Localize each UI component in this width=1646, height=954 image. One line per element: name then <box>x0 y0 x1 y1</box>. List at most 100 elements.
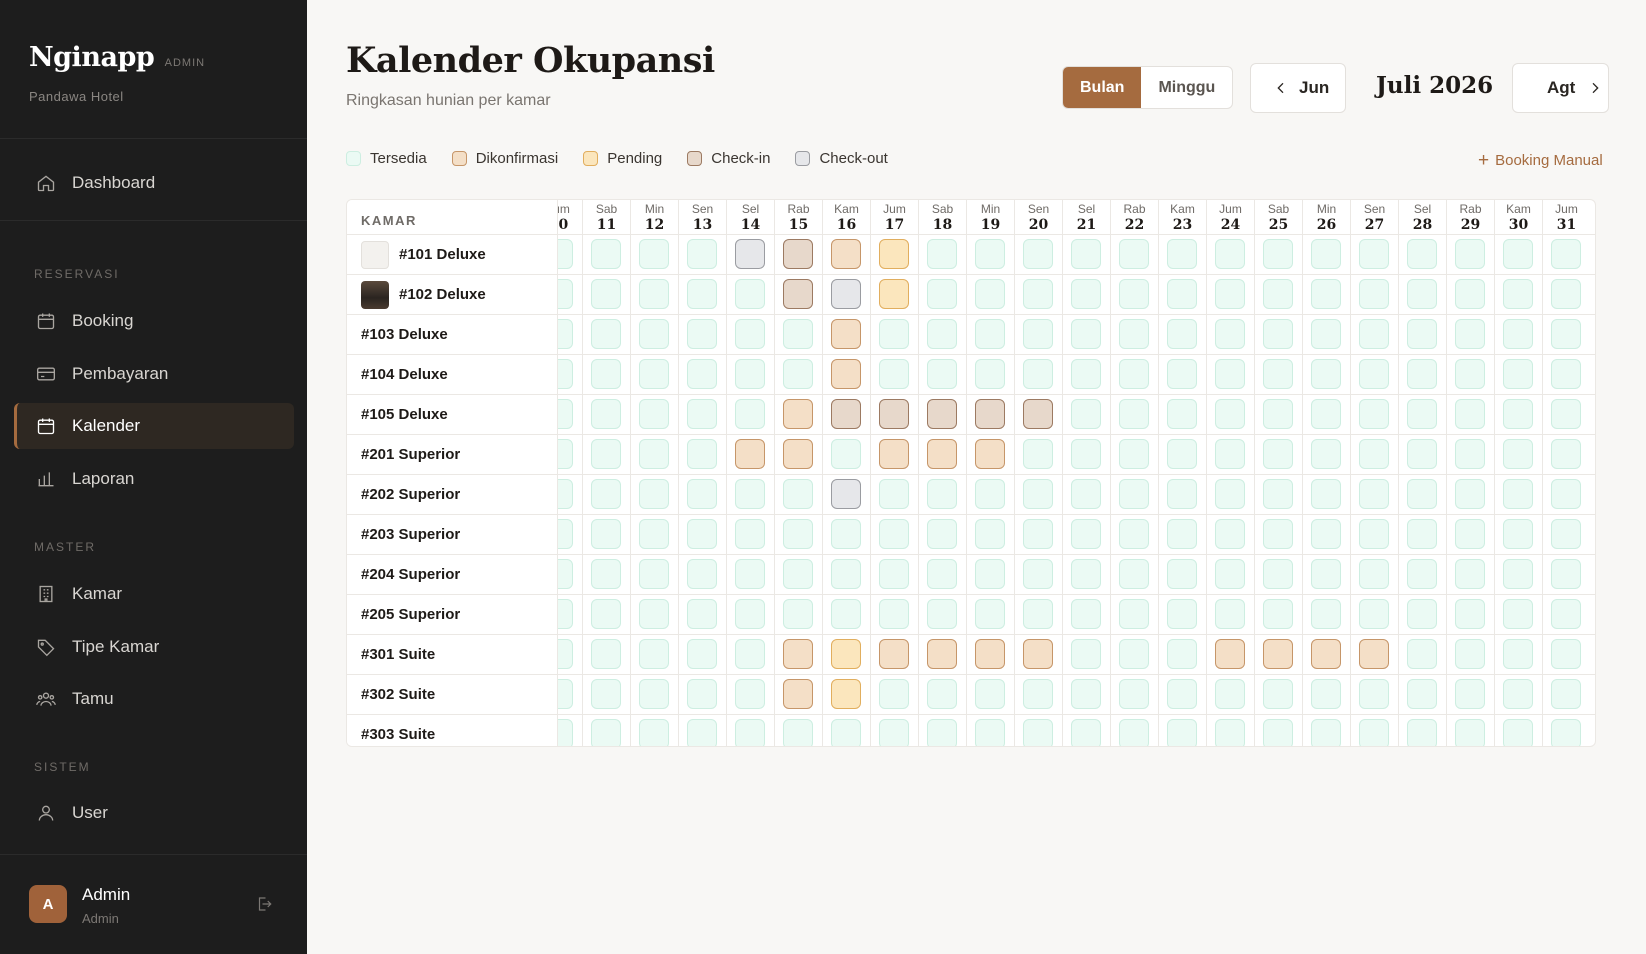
day-cell[interactable] <box>1407 639 1437 669</box>
day-cell[interactable] <box>1455 679 1485 709</box>
day-cell[interactable] <box>831 479 861 509</box>
day-cell[interactable] <box>687 239 717 269</box>
day-cell[interactable] <box>1407 279 1437 309</box>
day-cell[interactable] <box>639 519 669 549</box>
day-cell[interactable] <box>1311 279 1341 309</box>
day-cell[interactable] <box>1407 679 1437 709</box>
day-cell[interactable] <box>591 719 621 746</box>
day-cell[interactable] <box>1359 279 1389 309</box>
day-cell[interactable] <box>927 479 957 509</box>
day-cell[interactable] <box>1311 359 1341 389</box>
day-cell[interactable] <box>1119 279 1149 309</box>
day-cell[interactable] <box>1263 439 1293 469</box>
day-cell[interactable] <box>1023 599 1053 629</box>
day-cell[interactable] <box>975 439 1005 469</box>
day-cell[interactable] <box>783 479 813 509</box>
day-cell[interactable] <box>831 399 861 429</box>
day-cell[interactable] <box>687 599 717 629</box>
prev-month-button[interactable]: Jun <box>1250 63 1346 113</box>
day-cell[interactable] <box>1263 399 1293 429</box>
day-cell[interactable] <box>1311 599 1341 629</box>
day-cell[interactable] <box>639 439 669 469</box>
day-cell[interactable] <box>1311 519 1341 549</box>
sidebar-item-tipe-kamar[interactable]: Tipe Kamar <box>14 624 294 670</box>
day-cell[interactable] <box>1167 479 1197 509</box>
day-cell[interactable] <box>1023 279 1053 309</box>
day-cell[interactable] <box>831 679 861 709</box>
day-cell[interactable] <box>1311 719 1341 746</box>
sidebar-item-kalender[interactable]: Kalender <box>14 403 294 449</box>
day-cell[interactable] <box>639 679 669 709</box>
day-cell[interactable] <box>1359 399 1389 429</box>
day-cell[interactable] <box>879 599 909 629</box>
day-cell[interactable] <box>1167 719 1197 746</box>
day-cell[interactable] <box>975 399 1005 429</box>
day-cell[interactable] <box>1503 519 1533 549</box>
room-row[interactable]: #102 Deluxe <box>347 274 558 314</box>
sidebar-item-user[interactable]: User <box>14 790 294 836</box>
day-cell[interactable] <box>1215 719 1245 746</box>
room-row[interactable]: #201 Superior <box>347 434 558 474</box>
day-cell[interactable] <box>558 319 573 349</box>
day-cell[interactable] <box>1215 479 1245 509</box>
day-cell[interactable] <box>639 359 669 389</box>
day-cell[interactable] <box>1407 559 1437 589</box>
day-cell[interactable] <box>783 359 813 389</box>
day-cell[interactable] <box>687 519 717 549</box>
day-cell[interactable] <box>735 719 765 746</box>
day-cell[interactable] <box>831 559 861 589</box>
day-cell[interactable] <box>1023 679 1053 709</box>
day-cell[interactable] <box>831 519 861 549</box>
day-cell[interactable] <box>1119 359 1149 389</box>
day-cell[interactable] <box>1071 319 1101 349</box>
day-cell[interactable] <box>831 319 861 349</box>
day-cell[interactable] <box>1551 679 1581 709</box>
day-cell[interactable] <box>1359 479 1389 509</box>
day-cell[interactable] <box>1359 239 1389 269</box>
day-cell[interactable] <box>1551 559 1581 589</box>
day-cell[interactable] <box>1119 559 1149 589</box>
day-cell[interactable] <box>1407 399 1437 429</box>
day-cell[interactable] <box>1167 319 1197 349</box>
day-cell[interactable] <box>1407 439 1437 469</box>
day-cell[interactable] <box>1359 519 1389 549</box>
day-cell[interactable] <box>591 319 621 349</box>
day-cell[interactable] <box>735 399 765 429</box>
day-cell[interactable] <box>1503 279 1533 309</box>
day-cell[interactable] <box>1551 359 1581 389</box>
day-cell[interactable] <box>1455 559 1485 589</box>
day-cell[interactable] <box>1215 519 1245 549</box>
day-cell[interactable] <box>591 239 621 269</box>
day-cell[interactable] <box>1071 679 1101 709</box>
day-cell[interactable] <box>1359 319 1389 349</box>
day-cell[interactable] <box>1023 319 1053 349</box>
day-cell[interactable] <box>1359 599 1389 629</box>
day-cell[interactable] <box>735 479 765 509</box>
day-cell[interactable] <box>927 719 957 746</box>
day-cell[interactable] <box>927 679 957 709</box>
day-cell[interactable] <box>879 399 909 429</box>
day-cell[interactable] <box>558 439 573 469</box>
day-cell[interactable] <box>783 719 813 746</box>
room-row[interactable]: #104 Deluxe <box>347 354 558 394</box>
day-cell[interactable] <box>639 239 669 269</box>
day-cell[interactable] <box>975 239 1005 269</box>
day-cell[interactable] <box>1551 639 1581 669</box>
day-cell[interactable] <box>1311 439 1341 469</box>
booking-manual-button[interactable]: + Booking Manual <box>1478 151 1603 170</box>
day-cell[interactable] <box>1551 519 1581 549</box>
day-cell[interactable] <box>1263 319 1293 349</box>
day-cell[interactable] <box>1551 399 1581 429</box>
day-cell[interactable] <box>591 279 621 309</box>
day-cell[interactable] <box>783 279 813 309</box>
day-cell[interactable] <box>687 639 717 669</box>
day-cell[interactable] <box>1503 439 1533 469</box>
day-cell[interactable] <box>1359 639 1389 669</box>
day-cell[interactable] <box>735 599 765 629</box>
day-cell[interactable] <box>1263 639 1293 669</box>
day-cell[interactable] <box>1407 479 1437 509</box>
day-cell[interactable] <box>1455 359 1485 389</box>
day-cell[interactable] <box>1119 679 1149 709</box>
day-cell[interactable] <box>1263 239 1293 269</box>
day-cell[interactable] <box>1263 359 1293 389</box>
